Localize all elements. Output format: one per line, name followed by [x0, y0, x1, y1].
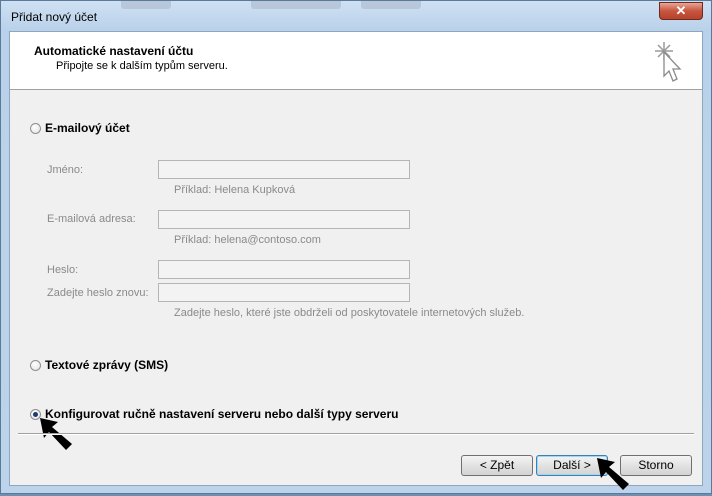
manual-config-label: Konfigurovat ručně nastavení serveru neb… [45, 407, 399, 421]
option-sms[interactable]: Textové zprávy (SMS) [30, 358, 168, 372]
wizard-header: Automatické nastavení účtu Připojte se k… [10, 32, 702, 90]
password-label: Heslo: [47, 264, 79, 276]
sms-label: Textové zprávy (SMS) [45, 358, 169, 372]
black-arrow-pointer-icon [40, 418, 72, 450]
background-window-ghost [251, 1, 341, 9]
back-button[interactable]: < Zpět [461, 455, 533, 476]
email-account-label: E-mailový účet [45, 121, 130, 135]
close-button[interactable]: ✕ [659, 2, 703, 20]
email-hint: Příklad: helena@contoso.com [174, 234, 321, 246]
password-input[interactable] [158, 260, 410, 279]
background-window-ghost [361, 1, 421, 9]
option-manual-config[interactable]: Konfigurovat ručně nastavení serveru neb… [30, 407, 398, 421]
name-label: Jméno: [47, 164, 84, 176]
password-confirm-label: Zadejte heslo znovu: [47, 287, 149, 299]
option-email-account[interactable]: E-mailový účet [30, 121, 130, 135]
title-bar[interactable]: Přidat nový účet ✕ [1, 1, 711, 31]
wizard-cursor-icon [655, 42, 682, 82]
page-subtitle: Připojte se k dalším typům serveru. [56, 60, 228, 72]
close-icon: ✕ [675, 3, 687, 18]
name-hint: Příklad: Helena Kupková [174, 184, 296, 196]
wizard-client-area: Automatické nastavení účtu Připojte se k… [9, 31, 703, 490]
email-input[interactable] [158, 210, 410, 229]
background-window-ghost [121, 1, 171, 9]
dialog-window: Přidat nový účet ✕ Automatické nastavení… [0, 0, 712, 494]
page-title: Automatické nastavení účtu [34, 44, 194, 58]
password-confirm-input[interactable] [158, 283, 410, 302]
black-arrow-pointer-icon [597, 458, 629, 490]
footer-divider [18, 433, 694, 435]
email-account-radio[interactable] [30, 122, 41, 134]
email-label: E-mailová adresa: [47, 213, 136, 225]
password-hint: Zadejte heslo, které jste obdrželi od po… [174, 307, 525, 319]
name-input[interactable] [158, 160, 410, 179]
sms-radio[interactable] [30, 359, 41, 371]
window-title: Přidat nový účet [11, 10, 98, 24]
